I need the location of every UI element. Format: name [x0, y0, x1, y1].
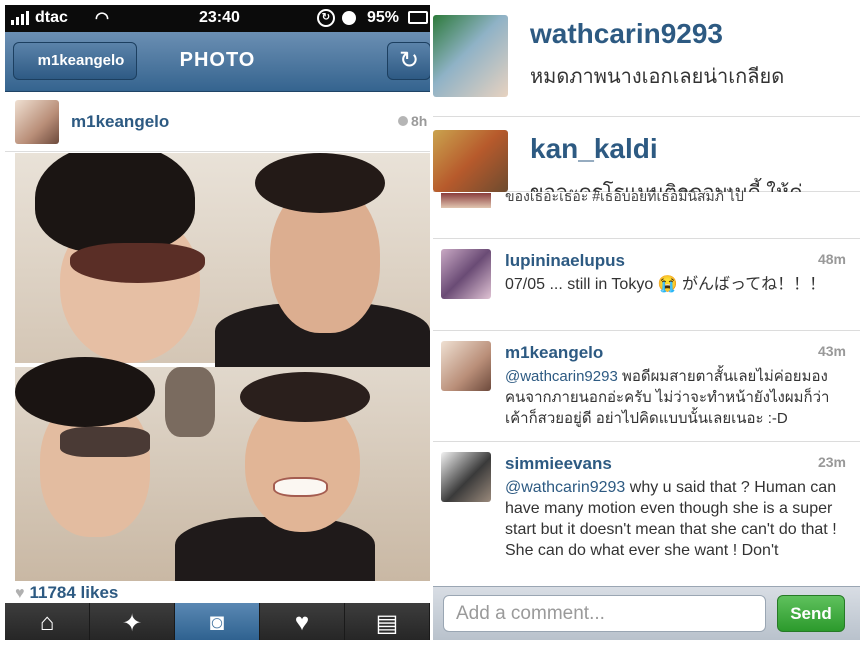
comment-cut-off: ของเธอะเธอะ #เธอบอยที่เธอมีนิสมภิ ไป	[433, 188, 860, 233]
comment-input[interactable]: Add a comment...	[443, 595, 766, 632]
sunglasses-shape	[70, 243, 205, 283]
clock: 23:40	[199, 9, 240, 26]
photo-frame-top	[15, 153, 430, 373]
screenshot: dtac ◠ 23:40 ↻ 95% m1keangelo PHOTO ↻ m1…	[0, 0, 860, 645]
comment-bar: Add a comment... Send	[433, 586, 860, 640]
comment-text: ของเธอะเธอะ #เธอบอยที่เธอมีนิสมภิ ไป	[505, 188, 744, 204]
avatar[interactable]	[433, 130, 508, 192]
comment-username[interactable]: wathcarin9293	[530, 18, 723, 50]
comment-text: หมดภาพนางเอกเลยน่าเกลียด	[530, 66, 785, 88]
comment-item: simmieevans 23m @wathcarin9293 why u sai…	[433, 441, 860, 586]
shirt-shape	[175, 517, 375, 581]
tab-camera[interactable]: ◙	[175, 603, 260, 640]
avatar[interactable]	[441, 341, 491, 391]
comment-item: m1keangelo 43m @wathcarin9293 พอดีผมสายต…	[433, 330, 860, 441]
smile-shape	[273, 477, 328, 497]
post-photo[interactable]	[15, 153, 430, 581]
comment-text: @wathcarin9293 why u said that ? Human c…	[505, 477, 845, 561]
refresh-button[interactable]: ↻	[387, 42, 430, 80]
star-icon: ✦	[121, 610, 143, 637]
comment-username[interactable]: kan_kaldi	[530, 133, 658, 165]
comment-timestamp: 48m	[817, 251, 846, 267]
post-username[interactable]: m1keangelo	[71, 112, 169, 132]
comments-screen: wathcarin9293 หมดภาพนางเอกเลยน่าเกลียด k…	[433, 0, 860, 645]
comment-item: lupininaelupus 48m 07/05 ... still in To…	[433, 238, 860, 330]
status-bar: dtac ◠ 23:40 ↻ 95%	[5, 5, 430, 32]
post-timestamp: 8h	[398, 113, 427, 129]
tab-profile[interactable]: ▤	[345, 603, 430, 640]
comments-top: wathcarin9293 หมดภาพนางเอกเลยน่าเกลียด k…	[433, 0, 860, 192]
avatar[interactable]	[433, 15, 508, 97]
background-person-shape	[165, 367, 215, 437]
house-icon: ⌂	[39, 609, 55, 636]
battery-icon	[408, 11, 428, 24]
carrier-name: dtac	[35, 9, 68, 26]
mention-link[interactable]: @wathcarin9293	[505, 479, 625, 496]
comment-username[interactable]: simmieevans	[505, 454, 612, 474]
avatar[interactable]	[441, 452, 491, 502]
mention-link[interactable]: @wathcarin9293	[505, 368, 618, 385]
heart-bubble-icon: ♥	[294, 609, 310, 636]
send-button[interactable]: Send	[777, 595, 845, 632]
tab-bar: ⌂ ✦ ◙ ♥ ▤	[5, 603, 430, 640]
heart-icon: ♥	[15, 585, 25, 602]
page-title: PHOTO	[179, 49, 256, 71]
post-header: m1keangelo 8h	[5, 92, 430, 152]
comment-timestamp: 43m	[817, 343, 846, 359]
photo-screen: dtac ◠ 23:40 ↻ 95% m1keangelo PHOTO ↻ m1…	[5, 5, 430, 640]
comment-timestamp: 23m	[817, 454, 846, 470]
camera-icon: ◙	[209, 609, 225, 636]
hair-shape	[255, 153, 385, 213]
hair-shape	[35, 153, 195, 253]
sunglasses-shape	[60, 427, 150, 457]
tab-news[interactable]: ♥	[260, 603, 345, 640]
likes-count[interactable]: ♥ 11784 likes	[15, 583, 118, 603]
tab-home[interactable]: ⌂	[5, 603, 90, 640]
likes-label: 11784 likes	[29, 583, 119, 602]
signal-icon	[11, 11, 29, 25]
nav-bar: m1keangelo PHOTO ↻	[5, 32, 430, 92]
avatar[interactable]	[15, 100, 59, 144]
rotation-lock-icon: ↻	[317, 9, 335, 27]
tab-explore[interactable]: ✦	[90, 603, 175, 640]
divider	[433, 116, 860, 117]
hair-shape	[240, 372, 370, 422]
alarm-icon	[342, 11, 356, 25]
battery-percent: 95%	[367, 9, 400, 26]
profile-card-icon: ▤	[375, 610, 399, 637]
comment-username[interactable]: lupininaelupus	[505, 251, 625, 271]
comment-username[interactable]: m1keangelo	[505, 343, 603, 363]
wifi-icon: ◠	[95, 10, 109, 27]
avatar[interactable]	[441, 249, 491, 299]
avatar[interactable]	[441, 193, 491, 208]
photo-frame-bottom	[15, 357, 430, 581]
comment-text: @wathcarin9293 พอดีผมสายตาสั้นเลยไม่ค่อย…	[505, 366, 845, 429]
refresh-icon: ↻	[398, 47, 420, 74]
hair-shape	[15, 357, 155, 427]
comment-text: 07/05 ... still in Tokyo 😭 がんばってね！！！	[505, 276, 826, 293]
